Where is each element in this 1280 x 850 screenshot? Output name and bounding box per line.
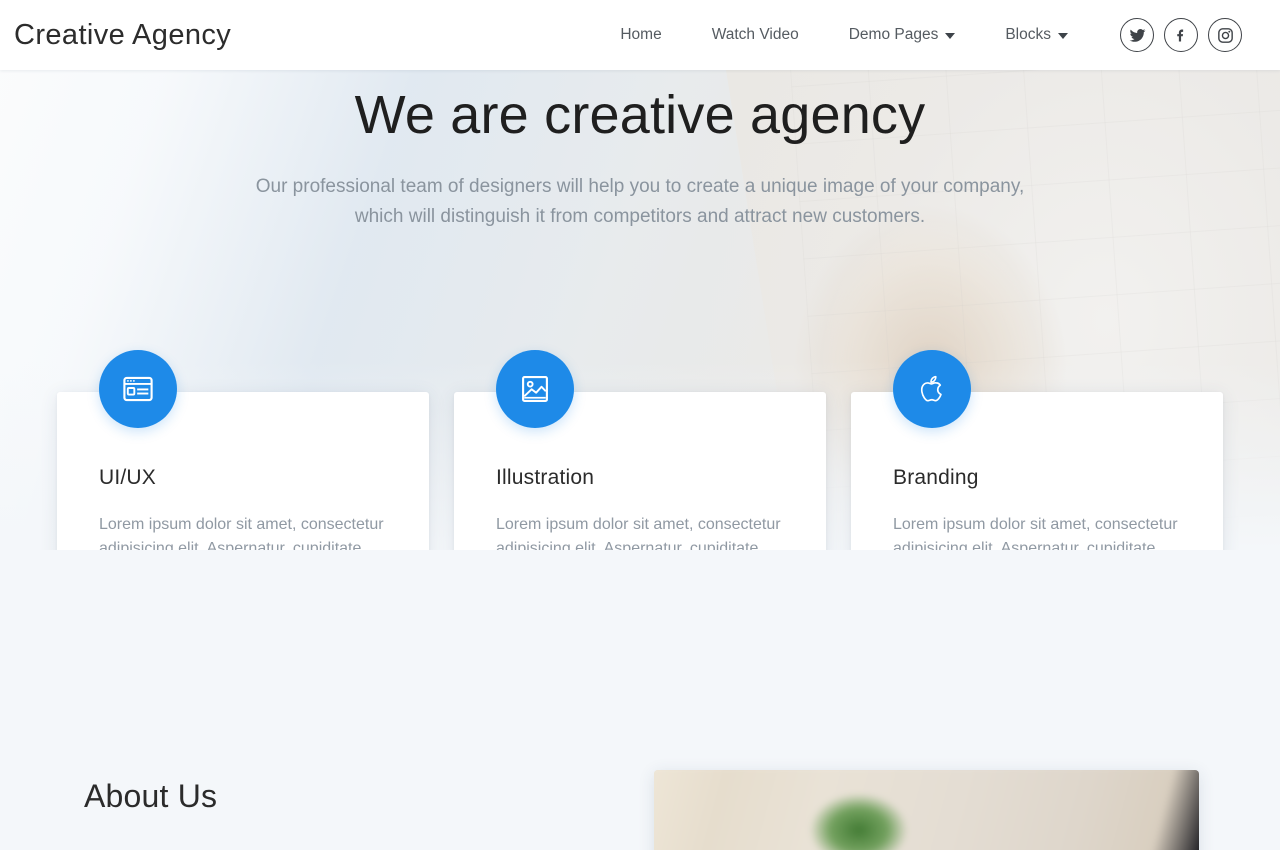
service-card-title: UI/UX: [99, 466, 157, 489]
nav-item-blocks[interactable]: Blocks: [980, 18, 1093, 52]
service-card-text: Lorem ipsum dolor sit amet, consectetur …: [893, 516, 1178, 550]
about-text-column: About Us Lorem ipsum dolor sit amet, con…: [84, 770, 584, 850]
image-picture-icon: [522, 376, 548, 402]
nav-item-demo-pages[interactable]: Demo Pages: [824, 18, 981, 52]
nav-item-home[interactable]: Home: [595, 18, 686, 52]
hero-content: We are creative agency Our professional …: [0, 70, 1280, 232]
about-photo: [654, 770, 1199, 850]
nav-label: Home: [620, 26, 662, 43]
nav-label: Watch Video: [711, 26, 799, 43]
nav-label: Demo Pages: [848, 26, 939, 43]
nav-label: Blocks: [1005, 26, 1051, 43]
hero-subtitle-line-1: Our professional team of designers will …: [255, 175, 1025, 197]
about-text: Lorem ipsum dolor sit amet, consectetur …: [84, 844, 584, 850]
twitter-link[interactable]: [1120, 18, 1154, 52]
service-card-text: Lorem ipsum dolor sit amet, consectetur …: [496, 516, 781, 550]
service-card-title: Illustration: [496, 466, 595, 489]
chevron-down-icon: [1058, 33, 1068, 39]
browser-window-icon-badge[interactable]: [99, 350, 177, 428]
about-section: About Us Lorem ipsum dolor sit amet, con…: [0, 550, 1280, 850]
hero-title: We are creative agency: [354, 85, 926, 145]
service-card-branding[interactable]: Branding Lorem ipsum dolor sit amet, con…: [851, 350, 1223, 550]
brand-logo[interactable]: Creative Agency: [14, 19, 231, 52]
image-picture-icon-badge[interactable]: [496, 350, 574, 428]
browser-window-icon: [123, 376, 153, 402]
header-right: Home Watch Video Demo Pages Blocks: [595, 18, 1242, 52]
site-header: Creative Agency Home Watch Video Demo Pa…: [0, 0, 1280, 70]
chevron-down-icon: [945, 33, 956, 39]
about-image-column: [654, 770, 1199, 850]
service-card-illustration[interactable]: Illustration Lorem ipsum dolor sit amet,…: [454, 350, 826, 550]
service-card-title: Branding: [893, 466, 979, 489]
about-grid: About Us Lorem ipsum dolor sit amet, con…: [0, 770, 1280, 850]
apple-logo-icon-badge[interactable]: [893, 350, 971, 428]
instagram-icon: [1217, 27, 1233, 43]
twitter-icon: [1129, 28, 1145, 42]
service-card-text: Lorem ipsum dolor sit amet, consectetur …: [99, 516, 384, 550]
nav-item-watch-video[interactable]: Watch Video: [687, 18, 824, 52]
hero-subtitle-line-2: which will distinguish it from competito…: [354, 205, 926, 227]
main-navigation: Home Watch Video Demo Pages Blocks: [595, 18, 1093, 52]
apple-logo-icon: [920, 375, 942, 402]
social-links: [1120, 18, 1242, 52]
service-card-uiux[interactable]: UI/UX Lorem ipsum dolor sit amet, consec…: [57, 350, 429, 550]
hero-subtitle: Our professional team of designers will …: [190, 172, 1090, 232]
about-title: About Us: [84, 778, 218, 814]
facebook-link[interactable]: [1164, 18, 1198, 52]
hero-section: We are creative agency Our professional …: [0, 70, 1280, 550]
instagram-link[interactable]: [1208, 18, 1242, 52]
service-cards-row: UI/UX Lorem ipsum dolor sit amet, consec…: [0, 350, 1280, 550]
facebook-icon: [1176, 28, 1184, 42]
